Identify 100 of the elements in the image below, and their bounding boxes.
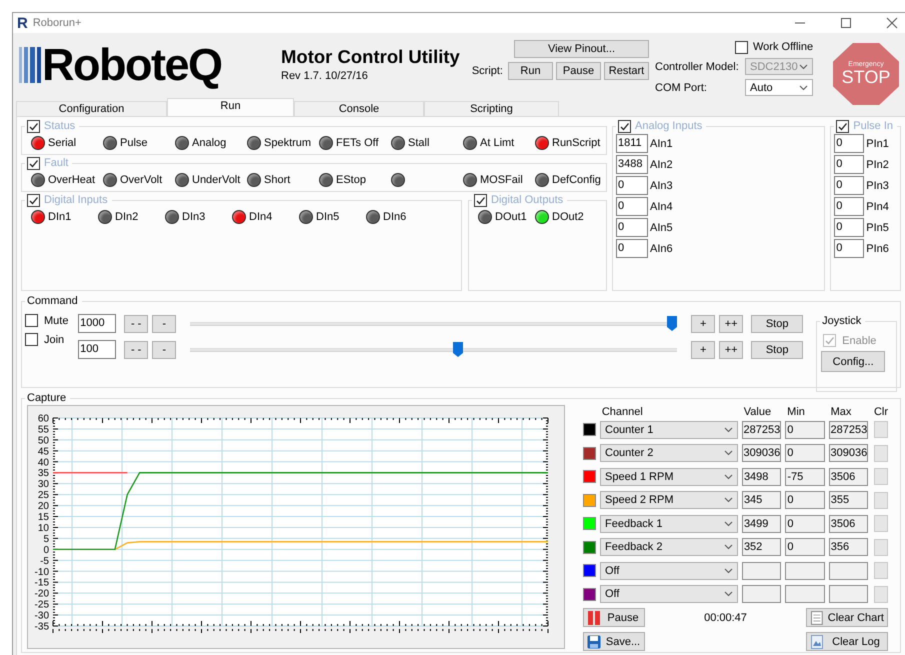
- pause-button[interactable]: Pause: [583, 608, 645, 627]
- checkmark-icon: [28, 194, 39, 206]
- input-label: AIn2: [650, 158, 673, 170]
- readout-field: [785, 562, 825, 580]
- increment-button[interactable]: ++: [719, 314, 744, 332]
- value-field[interactable]: 0: [834, 155, 864, 174]
- led-label: At Limt: [480, 136, 514, 148]
- stop-button[interactable]: Stop: [751, 314, 804, 332]
- group-title: Fault: [44, 157, 68, 169]
- input-label: PIn1: [866, 138, 889, 150]
- increment-button[interactable]: ++: [719, 340, 744, 358]
- value-field[interactable]: 0: [834, 134, 864, 153]
- checkbox[interactable]: [27, 156, 40, 170]
- slider-thumb[interactable]: [667, 316, 678, 331]
- value-field[interactable]: 3488: [616, 155, 648, 174]
- readout-field: 355: [828, 491, 868, 510]
- channel-dropdown[interactable]: Speed 1 RPM: [600, 468, 738, 486]
- readout-field: 309036: [828, 444, 868, 462]
- stop-button[interactable]: Stop: [751, 340, 804, 358]
- decrement-button[interactable]: -: [152, 340, 176, 358]
- led-label: OverHeat: [48, 174, 96, 186]
- checkbox[interactable]: [735, 40, 748, 54]
- group-title: Command: [27, 295, 78, 307]
- decrement-button[interactable]: - -: [124, 340, 148, 358]
- increment-button[interactable]: +: [691, 314, 716, 332]
- tick-label: 50: [38, 435, 49, 446]
- checkbox-label: Enable: [842, 334, 876, 346]
- led-label: DIn1: [48, 210, 72, 222]
- view-pinout-button[interactable]: View Pinout...: [514, 40, 649, 58]
- checkmark-icon: [824, 335, 836, 346]
- value-field[interactable]: 0: [616, 218, 648, 237]
- value-field[interactable]: 1811: [616, 134, 648, 153]
- tick-label: -15: [34, 578, 49, 589]
- chevron-down-icon: [799, 84, 808, 90]
- tab[interactable]: Console: [294, 101, 424, 116]
- increment-button[interactable]: +: [691, 340, 716, 358]
- channel-dropdown[interactable]: Speed 2 RPM: [600, 491, 738, 510]
- chevron-down-icon: [724, 426, 732, 433]
- value-field[interactable]: 0: [834, 218, 864, 237]
- readout-field: 0: [785, 444, 825, 462]
- value-field[interactable]: 0: [834, 197, 864, 216]
- checkbox[interactable]: [27, 194, 40, 206]
- value-field[interactable]: 0: [616, 239, 648, 258]
- tick-label: 25: [38, 490, 49, 502]
- tab[interactable]: Scripting: [424, 101, 559, 116]
- readout-field: 356: [828, 538, 868, 556]
- channel-dropdown[interactable]: Counter 2: [600, 444, 738, 462]
- chevron-down-icon: [724, 591, 733, 598]
- decrement-button[interactable]: -: [152, 314, 176, 332]
- readout-field: 345: [742, 491, 782, 510]
- channel-dropdown[interactable]: Feedback 1: [600, 514, 738, 533]
- checkbox[interactable]: [25, 314, 38, 327]
- input-label: AIn5: [650, 222, 673, 234]
- readout-field: 3498: [742, 468, 782, 486]
- checkbox[interactable]: [25, 333, 38, 346]
- script-button[interactable]: Run: [508, 62, 553, 80]
- tab[interactable]: Run: [167, 98, 294, 116]
- decrement-button[interactable]: - -: [124, 314, 148, 332]
- group-title: Capture: [27, 392, 66, 404]
- value-field[interactable]: 100: [78, 340, 116, 359]
- script-button[interactable]: Pause: [556, 62, 601, 80]
- picture-icon: [810, 634, 824, 650]
- config-button[interactable]: Config...: [821, 351, 886, 372]
- tab[interactable]: Configuration: [16, 101, 167, 116]
- value-field[interactable]: 1000: [78, 314, 116, 333]
- checkbox[interactable]: [836, 120, 850, 132]
- controller-model-label: Controller Model:: [655, 60, 740, 72]
- led-label: DefConfig: [552, 174, 601, 186]
- readout-field: 309036: [742, 444, 782, 462]
- com-port-dropdown[interactable]: Auto: [745, 79, 813, 96]
- checkbox-label: Work Offline: [753, 41, 814, 53]
- tick-label: -30: [34, 610, 49, 622]
- maximize-icon[interactable]: [840, 17, 852, 29]
- channel-dropdown[interactable]: Feedback 2: [600, 538, 738, 556]
- input-label: PIn3: [866, 180, 889, 192]
- value-field[interactable]: 0: [616, 197, 648, 216]
- chevron-down-icon: [799, 64, 808, 70]
- column-header: Max: [830, 406, 852, 418]
- save-button[interactable]: Save...: [583, 632, 645, 651]
- channel-dropdown[interactable]: Off: [600, 562, 738, 580]
- checkmark-icon: [28, 120, 39, 132]
- value-field[interactable]: 0: [834, 239, 864, 258]
- input-label: PIn5: [866, 222, 889, 234]
- close-icon[interactable]: [886, 17, 898, 29]
- clear-log-button[interactable]: Clear Log: [806, 632, 888, 651]
- led-label: EStop: [336, 174, 366, 186]
- led-label: DIn3: [182, 210, 206, 222]
- slider-thumb[interactable]: [453, 342, 463, 357]
- value-field[interactable]: 0: [834, 176, 864, 195]
- checkbox[interactable]: [618, 120, 631, 132]
- readout-field: [828, 585, 868, 604]
- readout-field: 3506: [828, 468, 868, 486]
- value-field[interactable]: 0: [616, 176, 648, 195]
- input-label: PIn4: [866, 200, 889, 212]
- channel-dropdown[interactable]: Off: [600, 585, 738, 604]
- script-button[interactable]: Restart: [604, 62, 649, 80]
- checkbox[interactable]: [27, 120, 40, 132]
- checkbox[interactable]: [474, 194, 487, 206]
- channel-dropdown[interactable]: Counter 1: [600, 420, 738, 439]
- clear-chart-button[interactable]: Clear Chart: [806, 608, 888, 627]
